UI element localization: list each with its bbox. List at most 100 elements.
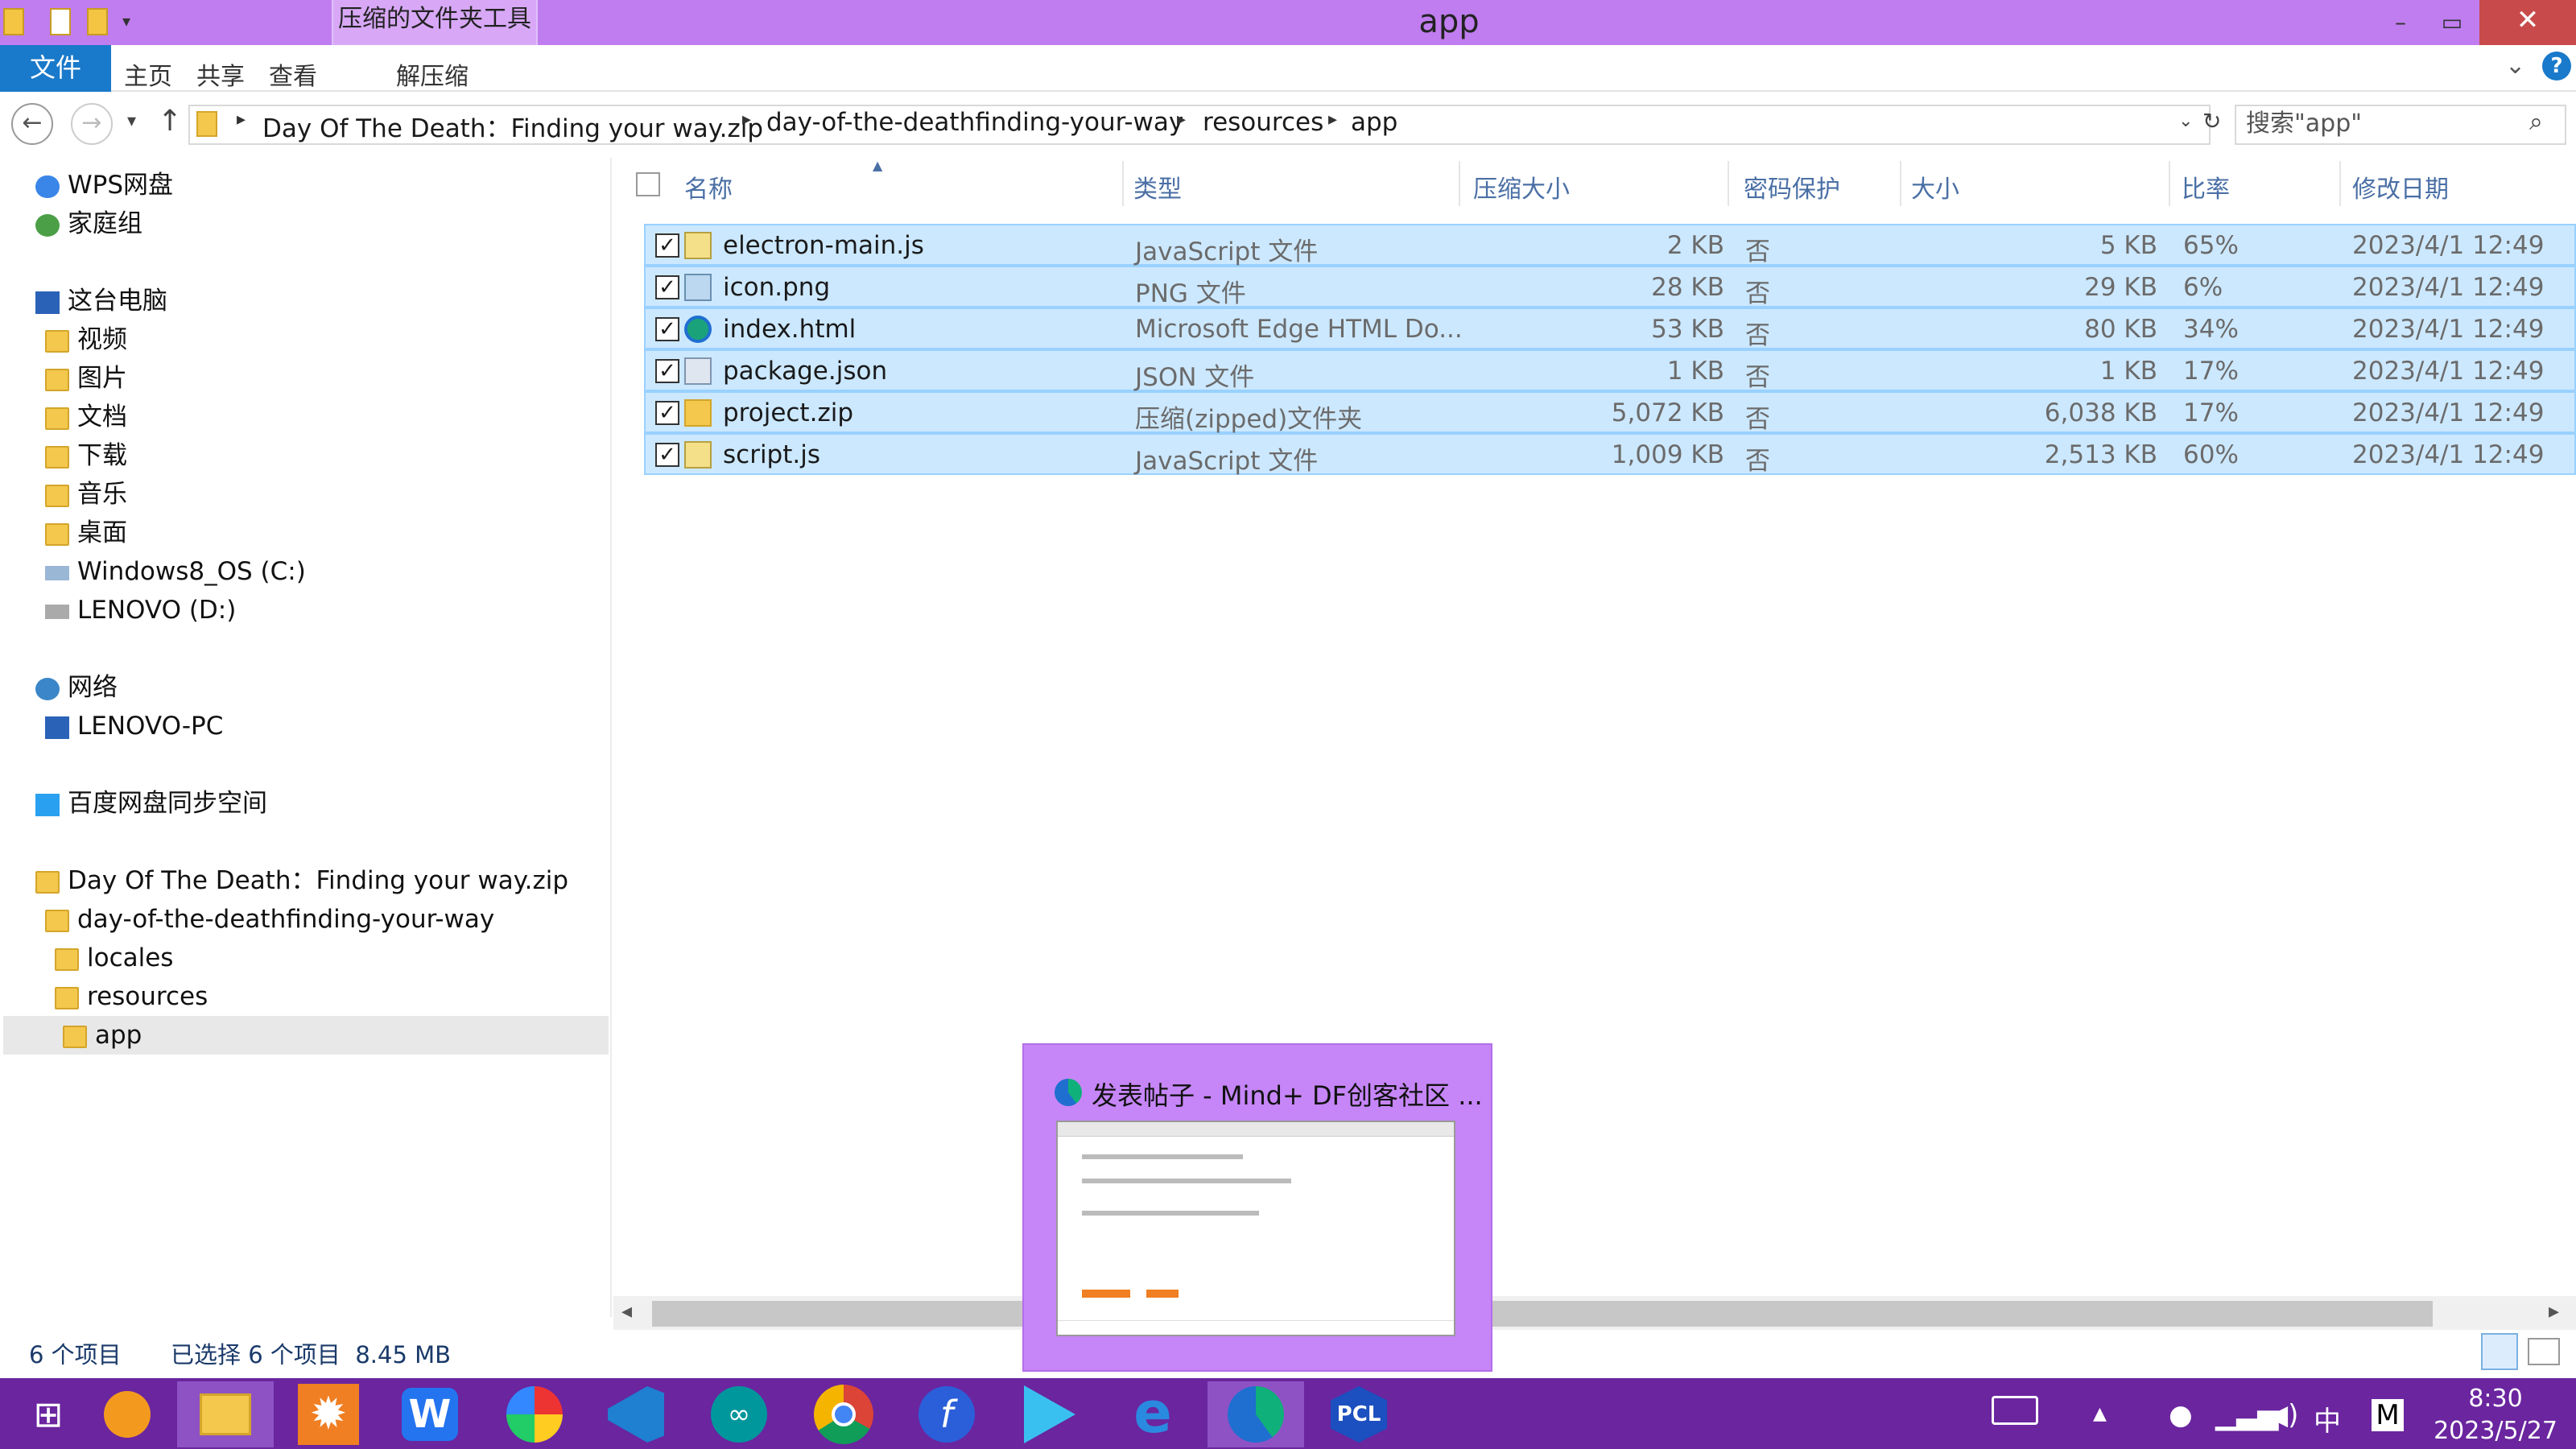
taskbar-flash-icon[interactable]: f [898, 1381, 995, 1447]
nav-item-music[interactable]: 音乐 [45, 477, 127, 512]
column-divider[interactable] [2169, 161, 2170, 206]
nav-item-lenovo-pc[interactable]: LENOVO-PC [45, 708, 223, 744]
help-icon[interactable]: ? [2542, 52, 2571, 80]
taskbar-settings-icon[interactable]: ✹ [280, 1381, 377, 1447]
taskbar-pcl-icon[interactable]: PCL [1311, 1381, 1407, 1447]
row-checkbox[interactable]: ✓ [655, 401, 679, 425]
file-row[interactable]: ✓ script.js JavaScript 文件 1,009 KB 否 2,5… [644, 433, 2576, 476]
qq-icon[interactable]: ● [2169, 1399, 2193, 1431]
breadcrumb-zip[interactable]: Day Of The Death：Finding your way.zip [262, 108, 763, 144]
thumbnail-screenshot[interactable] [1056, 1121, 1455, 1336]
nav-item-this-pc[interactable]: 这台电脑 [35, 283, 167, 319]
up-button[interactable]: ↑ [158, 105, 182, 138]
nav-item-baidu-sync[interactable]: 百度网盘同步空间 [35, 786, 267, 821]
nav-item-zip[interactable]: Day Of The Death：Finding your way.zip [35, 863, 568, 898]
recent-locations-icon[interactable]: ▾ [127, 111, 136, 131]
taskbar-scratch-icon[interactable] [79, 1381, 175, 1447]
search-icon[interactable]: ⌕ [2529, 108, 2543, 136]
file-password: 否 [1745, 321, 1770, 350]
taskbar-explorer-icon[interactable] [177, 1381, 274, 1447]
row-checkbox[interactable]: ✓ [655, 359, 679, 383]
minimize-button[interactable]: – [2383, 6, 2418, 39]
nav-item-locales[interactable]: locales [55, 940, 173, 976]
column-divider[interactable] [1728, 161, 1729, 206]
breadcrumb-resources[interactable]: resources [1203, 108, 1323, 137]
nav-item-homegroup[interactable]: 家庭组 [35, 206, 142, 242]
taskbar-edge-icon[interactable] [1208, 1381, 1304, 1447]
taskbar-arduino-icon[interactable]: ∞ [691, 1381, 787, 1447]
close-button[interactable]: ✕ [2479, 0, 2576, 45]
ribbon-expand-icon[interactable]: ⌄ [2505, 52, 2525, 80]
ime-indicator[interactable]: 中 [2314, 1399, 2341, 1439]
taskbar-clover-icon[interactable] [486, 1381, 583, 1447]
breadcrumb-folder[interactable]: day-of-the-deathfinding-your-way [766, 108, 1183, 137]
search-input[interactable]: 搜索"app" [2235, 105, 2566, 145]
scroll-right-icon[interactable]: ▸ [2549, 1299, 2559, 1323]
refresh-icon[interactable]: ↻ [2202, 108, 2221, 134]
row-checkbox[interactable]: ✓ [655, 317, 679, 341]
tab-share[interactable]: 共享 [196, 56, 245, 92]
restore-button[interactable]: ▭ [2434, 6, 2470, 39]
taskbar-player-icon[interactable] [1001, 1381, 1098, 1447]
column-header-modified[interactable]: 修改日期 [2352, 169, 2449, 204]
file-row[interactable]: ✓ index.html Microsoft Edge HTML Do... 5… [644, 308, 2576, 350]
row-checkbox[interactable]: ✓ [655, 275, 679, 299]
nav-item-app[interactable]: app [63, 1018, 142, 1053]
column-header-compressed-size[interactable]: 压缩大小 [1473, 169, 1570, 204]
file-row[interactable]: ✓ project.zip 压缩(zipped)文件夹 5,072 KB 否 6… [644, 391, 2576, 434]
nav-item-videos[interactable]: 视频 [45, 322, 127, 357]
column-divider[interactable] [2339, 161, 2341, 206]
details-view-icon[interactable] [2481, 1333, 2518, 1370]
quick-access-properties-icon[interactable] [50, 8, 71, 35]
keyboard-icon[interactable] [1992, 1396, 2038, 1425]
address-dropdown-icon[interactable]: ⌄ [2178, 111, 2193, 131]
nav-item-documents[interactable]: 文档 [45, 399, 127, 435]
tray-expand-icon[interactable]: ▲ [2093, 1404, 2107, 1424]
quick-access-dropdown-icon[interactable]: ▾ [122, 11, 130, 31]
taskbar-vscode-icon[interactable] [588, 1381, 684, 1447]
taskbar-wps-icon[interactable]: W [382, 1381, 478, 1447]
column-header-ratio[interactable]: 比率 [2182, 169, 2230, 204]
nav-label: 家庭组 [68, 209, 142, 238]
tab-view[interactable]: 查看 [269, 56, 317, 92]
column-divider[interactable] [1122, 161, 1124, 206]
row-checkbox[interactable]: ✓ [655, 443, 679, 467]
back-button[interactable]: ← [11, 103, 53, 145]
nav-item-drive-d[interactable]: LENOVO (D:) [45, 592, 236, 628]
column-header-name[interactable]: 名称 [684, 169, 733, 204]
column-header-password[interactable]: 密码保护 [1744, 169, 1840, 204]
quick-access-folder-icon[interactable] [3, 8, 24, 35]
nav-item-desktop[interactable]: 桌面 [45, 515, 127, 551]
large-icons-view-icon[interactable] [2528, 1338, 2560, 1365]
nav-item-pictures[interactable]: 图片 [45, 361, 127, 396]
volume-icon[interactable]: ◀) [2267, 1399, 2298, 1431]
ime-mode-indicator[interactable]: M [2372, 1399, 2404, 1431]
file-size: 2,513 KB [2044, 440, 2157, 469]
select-all-checkbox[interactable] [636, 172, 660, 196]
column-header-size[interactable]: 大小 [1911, 169, 1959, 204]
file-row[interactable]: ✓ icon.png PNG 文件 28 KB 否 29 KB 6% 2023/… [644, 266, 2576, 308]
column-divider[interactable] [1900, 161, 1901, 206]
nav-item-game-folder[interactable]: day-of-the-deathfinding-your-way [45, 902, 494, 937]
taskbar-ie-icon[interactable]: e [1104, 1381, 1201, 1447]
taskbar-chrome-icon[interactable] [795, 1381, 892, 1447]
tab-file[interactable]: 文件 [0, 45, 111, 92]
tab-extract[interactable]: 解压缩 [396, 56, 469, 92]
nav-item-resources[interactable]: resources [55, 979, 208, 1014]
column-divider[interactable] [1459, 161, 1460, 206]
scroll-left-icon[interactable]: ◂ [621, 1299, 632, 1323]
file-row[interactable]: ✓ electron-main.js JavaScript 文件 2 KB 否 … [644, 224, 2576, 266]
file-row[interactable]: ✓ package.json JSON 文件 1 KB 否 1 KB 17% 2… [644, 349, 2576, 392]
forward-button[interactable]: → [71, 103, 113, 145]
nav-item-wps-drive[interactable]: WPS网盘 [35, 167, 173, 203]
nav-item-drive-c[interactable]: Windows8_OS (C:) [45, 554, 306, 589]
breadcrumb-app[interactable]: app [1351, 108, 1397, 137]
scrollbar-thumb[interactable] [652, 1301, 2433, 1327]
nav-item-network[interactable]: 网络 [35, 670, 118, 705]
clock[interactable]: 8:30 2023/5/27 [2423, 1383, 2568, 1447]
tab-home[interactable]: 主页 [124, 56, 172, 92]
column-header-type[interactable]: 类型 [1133, 169, 1182, 204]
row-checkbox[interactable]: ✓ [655, 233, 679, 258]
nav-item-downloads[interactable]: 下载 [45, 438, 127, 473]
quick-access-newfolder-icon[interactable] [87, 8, 108, 35]
